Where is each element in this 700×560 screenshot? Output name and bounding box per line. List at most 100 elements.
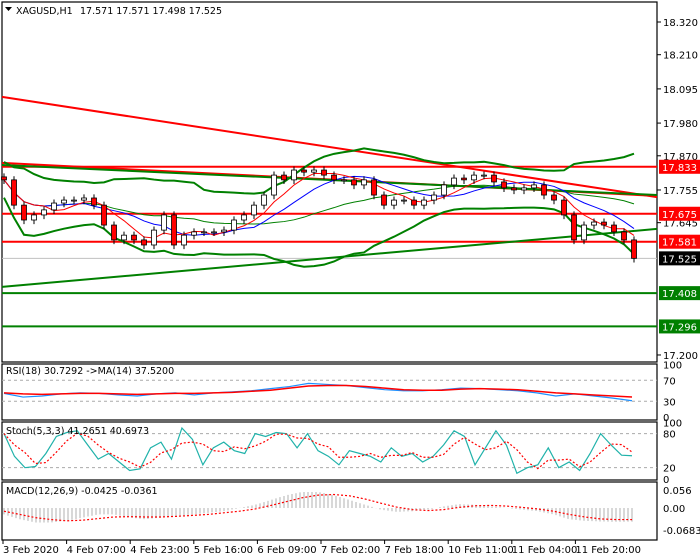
candle-body	[531, 184, 537, 189]
rsi-ma-line	[3, 384, 633, 398]
macd-tick-label: 0.00	[663, 504, 685, 515]
time-tick-label: 5 Feb 16:00	[194, 545, 253, 556]
candle-body	[41, 209, 47, 216]
candle-body	[271, 174, 277, 196]
candle-body	[61, 199, 67, 204]
rsi-tick-label: 70	[663, 376, 676, 387]
candle-body	[321, 169, 327, 176]
candle-body	[581, 224, 587, 241]
candle-body	[551, 194, 557, 201]
price-tick-label: 18.210	[663, 51, 698, 62]
candle-body	[451, 177, 457, 186]
current-price-tag-label: 17.525	[662, 254, 697, 265]
candle-body	[81, 197, 87, 201]
candle-body	[411, 199, 417, 206]
candle-body	[201, 231, 207, 234]
candle-body	[501, 181, 507, 189]
candle-body	[351, 179, 357, 186]
time-tick-label: 10 Feb 11:00	[448, 545, 514, 556]
chart-canvas[interactable]: 18.32018.21018.09517.98017.87017.75517.6…	[0, 0, 700, 560]
candle-body	[631, 239, 637, 259]
candle-body	[181, 234, 187, 246]
candle-body	[31, 214, 37, 221]
candle-body	[611, 224, 617, 233]
macd-tick-label: 0.056	[663, 486, 692, 497]
price-tick-label: 18.095	[663, 85, 698, 96]
candle-body	[441, 184, 447, 196]
time-tick-label: 11 Feb 20:00	[575, 545, 641, 556]
candle-body	[591, 221, 597, 226]
candle-body	[281, 174, 287, 181]
level-price-tag-label: 17.675	[662, 210, 697, 221]
ohlc-readout: 17.571 17.571 17.498 17.525	[80, 6, 222, 17]
price-tick-label: 18.320	[663, 18, 698, 29]
candle-body	[621, 231, 627, 241]
candle-body	[561, 199, 567, 216]
candle-body	[461, 177, 467, 181]
candle-body	[261, 194, 267, 206]
time-tick-label: 6 Feb 09:00	[257, 545, 316, 556]
collapse-triangle-icon[interactable]	[5, 7, 12, 11]
candle-body	[571, 214, 577, 241]
macd-signal-line	[3, 493, 633, 522]
level-price-tag-label: 17.581	[662, 238, 697, 249]
candle-body	[481, 174, 487, 177]
candle-body	[11, 179, 17, 206]
bollinger-lower-band	[3, 197, 635, 268]
candle-body	[161, 214, 167, 231]
price-tick-label: 17.980	[663, 119, 698, 130]
level-price-tag-label: 17.833	[662, 163, 697, 174]
candle-body	[121, 234, 127, 241]
candle-body	[491, 174, 497, 183]
stoch-tick-label: 80	[663, 430, 676, 441]
candle-body	[141, 239, 147, 246]
symbol-label: XAGUSD,H1	[16, 6, 73, 17]
candle-body	[251, 204, 257, 216]
level-price-tag-label: 17.296	[662, 322, 697, 333]
candle-body	[431, 194, 437, 201]
candle-body	[511, 187, 517, 191]
candle-body	[131, 234, 137, 241]
candle-body	[401, 199, 407, 202]
candle-body	[51, 202, 57, 211]
rsi-tick-label: 100	[663, 361, 682, 372]
candle-body	[191, 231, 197, 236]
rsi-tick-label: 30	[663, 397, 676, 408]
candle-body	[341, 179, 347, 182]
candle-body	[361, 179, 367, 186]
stoch-tick-label: 20	[663, 464, 676, 475]
candle-body	[601, 221, 607, 226]
candle-body	[211, 231, 217, 234]
stoch-label: Stoch(5,3,3) 41.2651 40.6973	[6, 426, 149, 437]
stoch-tick-label: 100	[663, 418, 682, 429]
candle-body	[101, 204, 107, 226]
candle-body	[381, 194, 387, 206]
candle-body	[221, 229, 227, 233]
candle-body	[421, 199, 427, 206]
candle-body	[311, 169, 317, 173]
candle-body	[241, 214, 247, 221]
candle-body	[171, 214, 177, 246]
candle-body	[21, 204, 27, 221]
candle-body	[71, 199, 77, 202]
candle-body	[291, 169, 297, 181]
rsi-label: RSI(18) 30.7292 ->MA(14) 37.5200	[6, 366, 174, 377]
time-tick-label: 7 Feb 18:00	[385, 545, 444, 556]
time-tick-label: 4 Feb 23:00	[130, 545, 189, 556]
trading-chart-window: 18.320 18.210 18.095 17.980 17.870 17.755 17.6…	[0, 0, 700, 560]
time-tick-label: 11 Feb 04:00	[512, 545, 578, 556]
candle-body	[331, 174, 337, 181]
time-tick-label: 4 Feb 07:00	[67, 545, 126, 556]
candle-body	[111, 224, 117, 241]
candle-body	[471, 174, 477, 181]
candle-body	[371, 179, 377, 196]
candle-body	[301, 169, 307, 173]
time-tick-label: 3 Feb 2020	[3, 545, 59, 556]
candle-body	[391, 199, 397, 206]
stoch-tick-label: 0	[663, 475, 669, 486]
level-price-tag-label: 17.408	[662, 289, 697, 300]
candle-body	[521, 187, 527, 191]
price-tick-label: 17.755	[663, 186, 698, 197]
macd-tick-label: -0.0683	[663, 526, 700, 537]
time-tick-label: 7 Feb 02:00	[321, 545, 380, 556]
